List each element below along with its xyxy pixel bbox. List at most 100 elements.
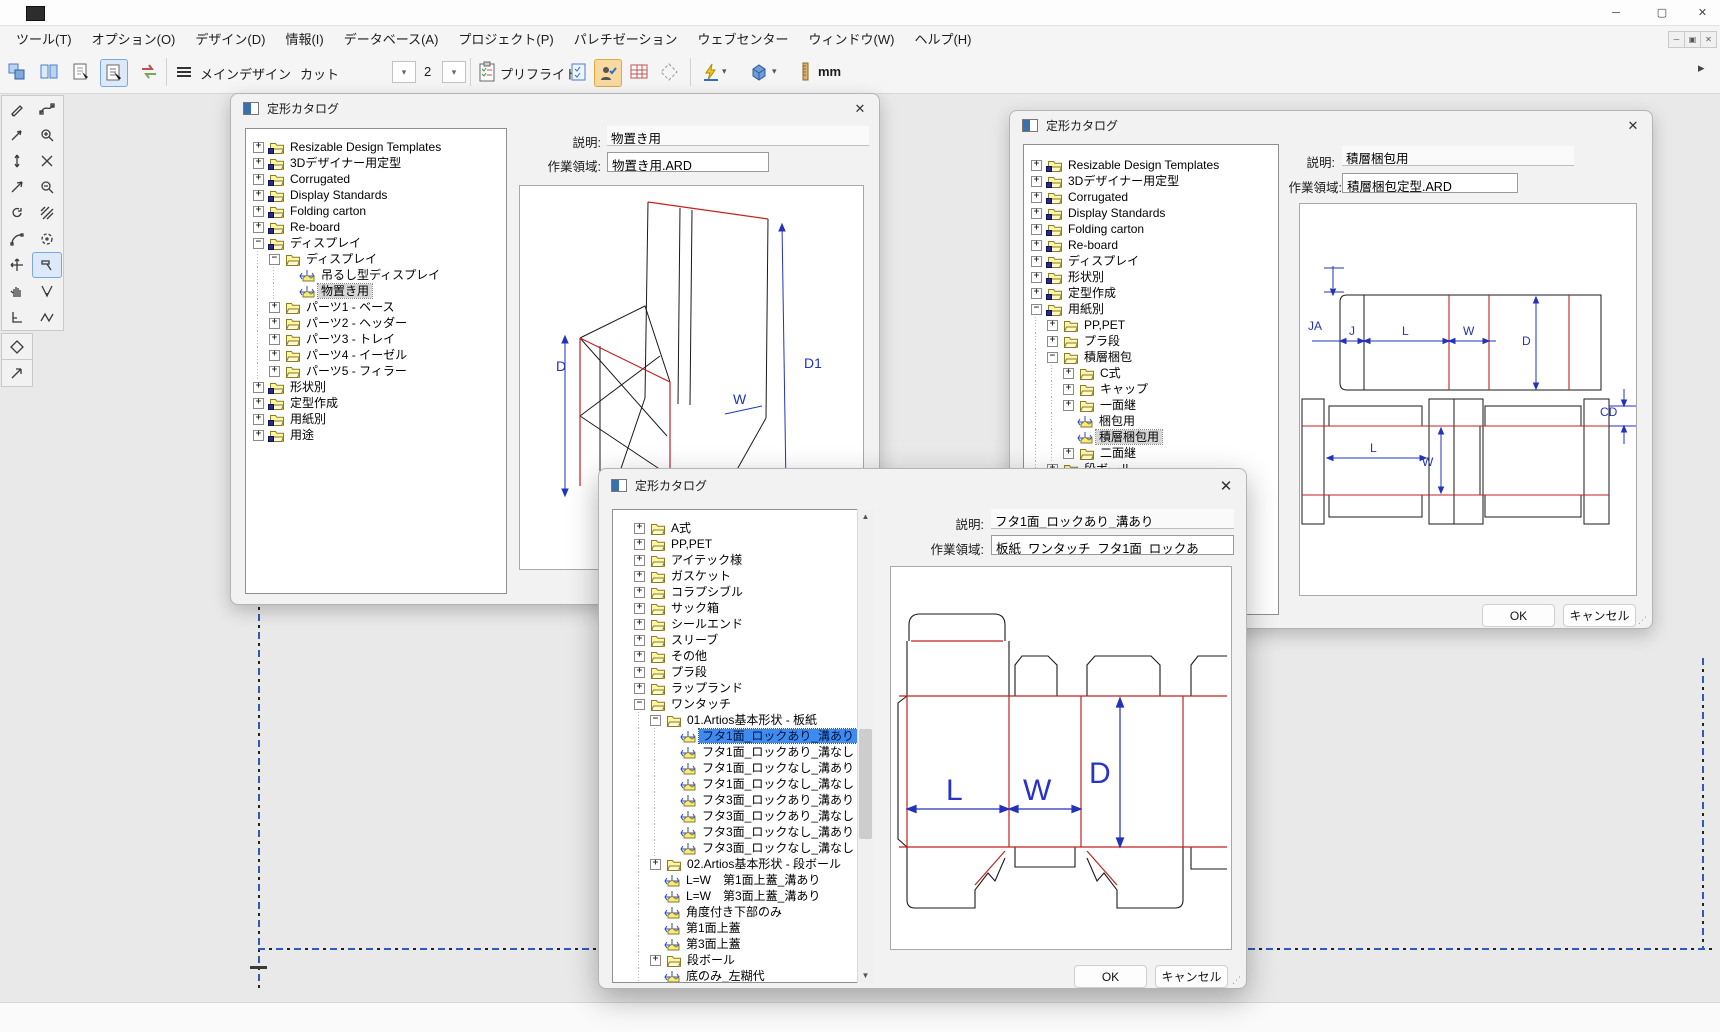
tree-item[interactable]: +サック箱 (631, 600, 857, 616)
tree-expander-icon[interactable]: + (269, 350, 280, 361)
arc-tool-icon[interactable] (2, 226, 32, 252)
tree-item[interactable]: +Corrugated (1028, 189, 1278, 205)
window-close-button[interactable]: ✕ (1685, 0, 1720, 25)
lightning-tool-icon[interactable] (698, 59, 724, 85)
left-catalog-tree[interactable]: +Resizable Design Templates+3Dデザイナー用定型+C… (245, 128, 507, 594)
tree-item[interactable]: L=W 第3面上蓋_溝あり (631, 888, 857, 904)
tree-item[interactable]: フタ1面_ロックあり_溝あり (631, 728, 857, 744)
menu-options[interactable]: オプション(O) (82, 26, 186, 51)
tree-item[interactable]: +一面継 (1028, 397, 1278, 413)
tree-expander-icon[interactable]: + (269, 366, 280, 377)
tree-item[interactable]: +パーツ5 - フィラー (250, 363, 506, 379)
tree-item[interactable]: −積層梱包 (1028, 349, 1278, 365)
left-dialog-close-icon[interactable]: ✕ (847, 98, 873, 120)
right-area-input[interactable]: 積層梱包定型.ARD (1342, 173, 1518, 193)
center-desc-field[interactable]: フタ1面_ロックあり_溝あり (991, 509, 1234, 529)
tree-item[interactable]: +3Dデザイナー用定型 (250, 155, 506, 171)
hatch-tool-icon[interactable] (32, 200, 62, 226)
tree-item[interactable]: フタ3面_ロックなし_溝なし (631, 840, 857, 856)
tree-item[interactable]: −用紙別 (1028, 301, 1278, 317)
left-desc-field[interactable]: 物置き用 (607, 126, 869, 146)
window-minimize-button[interactable]: ─ (1593, 0, 1639, 25)
tree-expander-icon[interactable]: + (1031, 288, 1042, 299)
node-edit-tool-icon[interactable] (2, 122, 32, 148)
center-ok-button[interactable]: OK (1074, 965, 1147, 988)
tree-item[interactable]: フタ1面_ロックなし_溝あり (631, 760, 857, 776)
tree-item[interactable]: +Corrugated (250, 171, 506, 187)
tree-item[interactable]: +段ボール (631, 952, 857, 968)
tree-expander-icon[interactable]: + (253, 382, 264, 393)
paste-icon[interactable] (4, 59, 30, 85)
cut-label[interactable]: カット (300, 64, 339, 83)
menu-help[interactable]: ヘルプ(H) (904, 26, 981, 51)
main-design-label[interactable]: メインデザイン (200, 64, 291, 83)
tree-expander-icon[interactable]: + (634, 667, 645, 678)
tree-item[interactable]: +ガスケット (631, 568, 857, 584)
tree-item[interactable]: +パーツ3 - トレイ (250, 331, 506, 347)
rotate-tool-icon[interactable] (2, 200, 32, 226)
tree-expander-icon[interactable]: + (1047, 320, 1058, 331)
tree-item[interactable]: +Folding carton (1028, 221, 1278, 237)
tree-item[interactable]: フタ3面_ロックあり_溝なし (631, 808, 857, 824)
ruler-icon[interactable] (792, 59, 818, 85)
tree-expander-icon[interactable]: + (634, 555, 645, 566)
tree-item[interactable]: 梱包用 (1028, 413, 1278, 429)
tree-item[interactable]: フタ3面_ロックなし_溝あり (631, 824, 857, 840)
tree-item[interactable]: +キャップ (1028, 381, 1278, 397)
tree-expander-icon[interactable]: + (634, 539, 645, 550)
tree-item[interactable]: +パーツ4 - イーゼル (250, 347, 506, 363)
cube-dropdown-arrow[interactable]: ▾ (772, 66, 777, 77)
tree-item[interactable]: +コラプシブル (631, 584, 857, 600)
document-edit-icon[interactable] (100, 59, 128, 87)
tree-expander-icon[interactable]: − (1047, 352, 1058, 363)
menu-tools[interactable]: ツール(T) (6, 26, 82, 51)
tree-item[interactable]: +用途 (250, 427, 506, 443)
center-area-input[interactable]: 板紙_ワンタッチ_フタ1面_ロックあ (991, 535, 1234, 555)
tree-item[interactable]: +二面継 (1028, 445, 1278, 461)
center-cancel-button[interactable]: キャンセル (1155, 965, 1228, 988)
lightning-dropdown-arrow[interactable]: ▾ (722, 66, 727, 77)
tree-expander-icon[interactable]: + (634, 523, 645, 534)
tree-item[interactable]: 底のみ_左糊代 (631, 968, 857, 983)
check-doc-icon[interactable] (566, 59, 592, 85)
tree-item[interactable]: −ディスプレイ (250, 235, 506, 251)
tree-item[interactable]: +C式 (1028, 365, 1278, 381)
cube-tool-icon[interactable] (746, 59, 772, 85)
tree-expander-icon[interactable]: + (634, 587, 645, 598)
tree-item[interactable]: 吊るし型ディスプレイ (250, 267, 506, 283)
center-catalog-tree[interactable]: +A式+PP,PET+アイテック様+ガスケット+コラプシブル+サック箱+シールエ… (612, 509, 873, 983)
move-vertical-tool-icon[interactable] (2, 148, 32, 174)
tree-expander-icon[interactable]: − (650, 715, 661, 726)
menu-project[interactable]: プロジェクト(P) (448, 26, 563, 51)
cross-move-tool-icon[interactable] (2, 252, 32, 278)
tree-item[interactable]: −ディスプレイ (250, 251, 506, 267)
tree-item[interactable]: L=W 第1面上蓋_溝あり (631, 872, 857, 888)
tree-item[interactable]: フタ1面_ロックなし_溝なし (631, 776, 857, 792)
tree-item[interactable]: +PP,PET (1028, 317, 1278, 333)
zoom-out-tool-icon[interactable] (32, 174, 62, 200)
tree-expander-icon[interactable]: − (269, 254, 280, 265)
tree-expander-icon[interactable]: + (1031, 192, 1042, 203)
tree-item[interactable]: +定型作成 (250, 395, 506, 411)
tree-item[interactable]: +定型作成 (1028, 285, 1278, 301)
bezier-tool-icon[interactable] (32, 96, 62, 122)
tree-item[interactable]: +Folding carton (250, 203, 506, 219)
left-dialog-titlebar[interactable]: 定形カタログ (231, 94, 879, 122)
menu-window[interactable]: ウィンドウ(W) (799, 26, 905, 51)
tree-expander-icon[interactable]: + (634, 603, 645, 614)
tree-expander-icon[interactable]: + (1031, 240, 1042, 251)
tree-expander-icon[interactable]: + (253, 190, 264, 201)
tree-item[interactable]: +Re-board (250, 219, 506, 235)
tree-expander-icon[interactable]: + (269, 302, 280, 313)
scale-dropdown[interactable]: ▾ (442, 61, 466, 83)
tree-expander-icon[interactable]: + (650, 859, 661, 870)
diamond-select-icon[interactable] (656, 59, 682, 85)
tree-expander-icon[interactable]: + (269, 334, 280, 345)
right-resize-grip[interactable]: ⋰ (1638, 615, 1648, 625)
layer-dropdown[interactable]: ▾ (392, 61, 416, 83)
tree-expander-icon[interactable]: + (1063, 368, 1074, 379)
toolbar-overflow-chevron[interactable]: ▸ (1698, 60, 1705, 76)
tree-item[interactable]: +ラップランド (631, 680, 857, 696)
tree-item[interactable]: −ワンタッチ (631, 696, 857, 712)
tree-expander-icon[interactable]: − (253, 238, 264, 249)
